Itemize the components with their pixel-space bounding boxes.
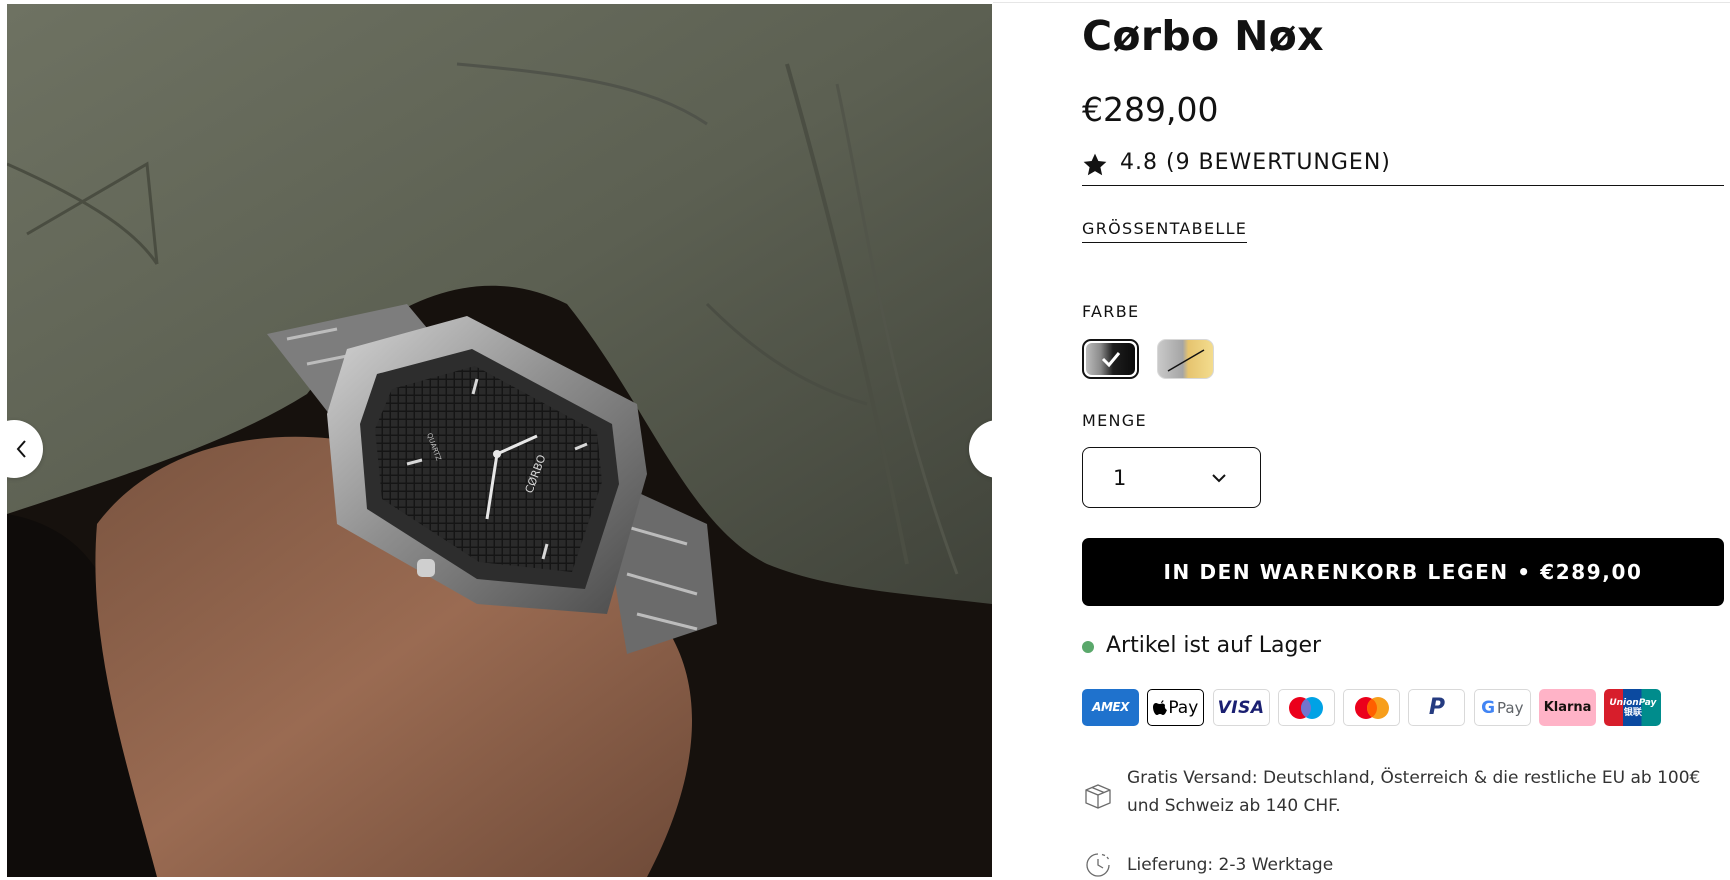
package-icon [1085,784,1111,809]
top-divider [993,2,1730,3]
free-shipping-text: Gratis Versand: Deutschland, Österreich … [1127,768,1701,816]
klarna-icon: Klarna [1539,689,1597,726]
payment-icons: AMEX Pay VISA P G Pay Klarna UnionPay 银联 [1082,689,1670,726]
product-image: CØRBO QUARTZ [7,4,992,877]
chevron-down-icon [1212,473,1226,482]
color-swatch-black[interactable] [1082,339,1139,379]
paypal-icon: P [1408,689,1466,726]
quantity-value: 1 [1113,465,1127,490]
star-icon [1083,153,1107,176]
stock-status: Artikel ist auf Lager [1082,633,1321,658]
stock-text: Artikel ist auf Lager [1106,633,1322,658]
mastercard-icon [1343,689,1401,726]
quantity-label: MENGE [1082,411,1147,430]
color-label: FARBE [1082,302,1140,321]
color-swatch-gold[interactable] [1157,339,1214,379]
maestro-icon [1277,689,1335,726]
add-to-cart-button[interactable]: IN DEN WARENKORB LEGEN • €289,00 [1082,538,1724,606]
delivery-text: Lieferung: 2-3 Werktage [1127,855,1334,875]
visa-icon: VISA [1212,689,1270,726]
sold-out-slash-icon [1167,349,1205,372]
chevron-left-icon [16,440,26,458]
unionpay-icon: UnionPay 银联 [1604,689,1662,726]
quantity-select[interactable]: 1 [1082,447,1261,508]
rating-link[interactable]: 4.8 (9 BEWERTUNGEN) [1082,150,1724,186]
product-gallery[interactable]: CØRBO QUARTZ [7,4,992,877]
chevron-right-icon [990,439,992,459]
rating-text: 4.8 (9 BEWERTUNGEN) [1120,150,1391,175]
check-icon [1101,352,1120,368]
google-pay-icon: G Pay [1473,689,1531,726]
amex-icon: AMEX [1082,689,1139,726]
delivery-info: Lieferung: 2-3 Werktage [1082,850,1333,880]
apple-pay-icon: Pay [1147,689,1205,726]
shipping-info: Gratis Versand: Deutschland, Österreich … [1082,764,1724,820]
product-price: €289,00 [1082,90,1219,129]
stock-indicator-dot [1082,641,1094,653]
product-title: Cørbo Nøx [1082,12,1324,60]
clock-icon [1086,853,1110,877]
size-chart-link[interactable]: GRÖSSENTABELLE [1082,219,1248,243]
